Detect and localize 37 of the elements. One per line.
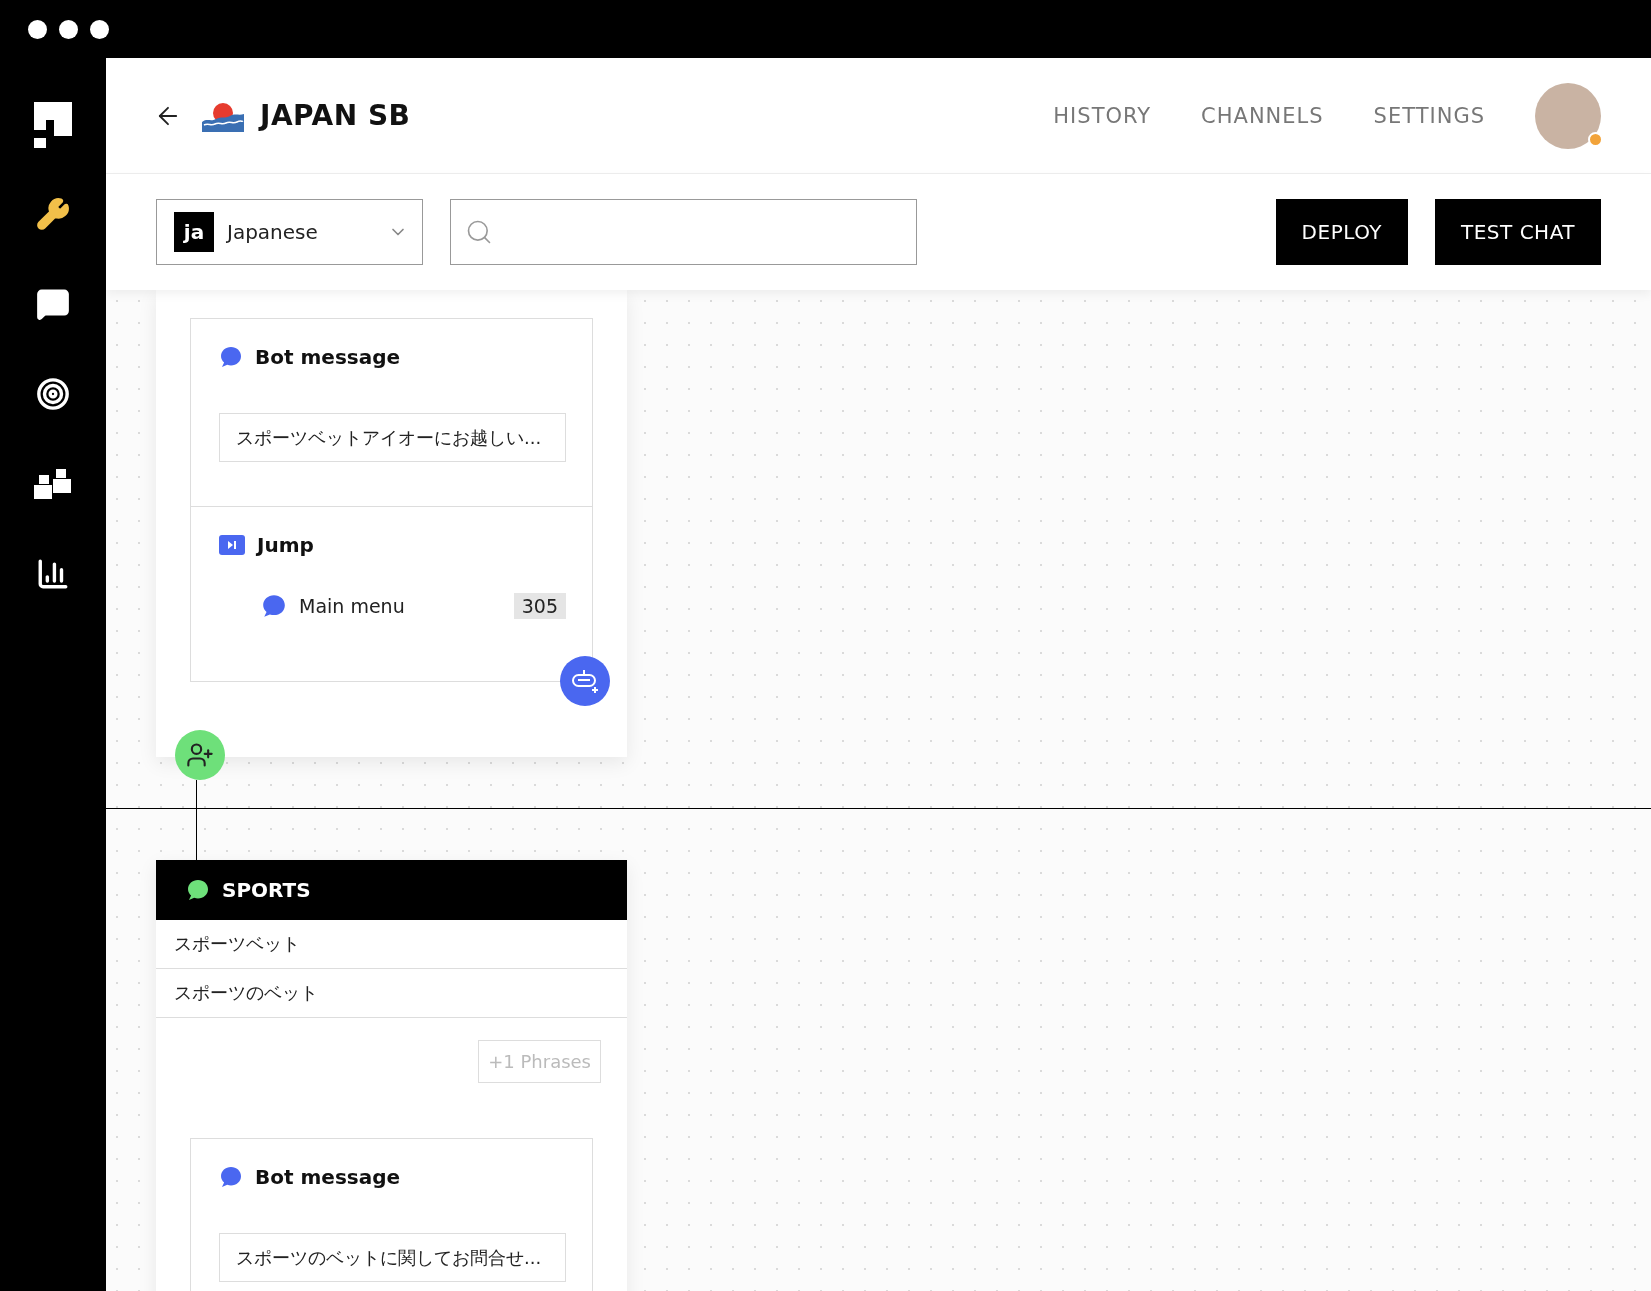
target-icon xyxy=(36,377,70,411)
message-field[interactable]: スポーツベットアイオーにお越しい... xyxy=(219,413,566,462)
add-bot-button[interactable] xyxy=(560,656,610,706)
nav-link[interactable]: HISTORY xyxy=(1053,103,1152,128)
nav-link[interactable]: CHANNELS xyxy=(1201,103,1324,128)
add-user-icon xyxy=(186,741,214,769)
count-badge: 305 xyxy=(513,593,566,619)
message-field[interactable]: スポーツのベットに関してお問合せ... xyxy=(219,1233,566,1282)
intent-title: SPORTS xyxy=(222,878,311,902)
logo-icon xyxy=(34,102,72,148)
search-icon xyxy=(465,218,493,246)
chat-bubble-icon xyxy=(186,878,210,902)
language-select[interactable]: ja Japanese xyxy=(156,199,423,265)
blocks-icon xyxy=(34,467,72,501)
step-title: Bot message xyxy=(255,1165,401,1189)
chat-bubble-icon xyxy=(261,593,287,619)
phrase-row: スポーツのベット xyxy=(156,969,627,1018)
chat-bubble-icon xyxy=(219,345,243,369)
search-field[interactable] xyxy=(450,199,917,265)
step-title: Jump xyxy=(257,533,314,557)
window-control-dot[interactable] xyxy=(90,19,109,39)
jump-target[interactable]: Main menu xyxy=(299,595,405,617)
toolbar-button[interactable]: TEST CHAT xyxy=(1435,199,1601,265)
bar-chart-icon xyxy=(36,557,70,591)
phrase-row: スポーツベット xyxy=(156,920,627,969)
add-user-button[interactable] xyxy=(175,730,225,780)
window-control-dot[interactable] xyxy=(28,19,47,39)
step-title: Bot message xyxy=(255,345,401,369)
jump-icon xyxy=(219,535,245,555)
nav-link[interactable]: SETTINGS xyxy=(1373,103,1485,128)
window-control-dot[interactable] xyxy=(59,19,78,39)
wrench-icon xyxy=(36,197,70,231)
toolbar-button[interactable]: DEPLOY xyxy=(1275,199,1408,265)
chat-icon xyxy=(36,287,70,321)
bot-title: JAPAN SB xyxy=(260,99,411,132)
bot-plus-icon xyxy=(570,668,600,694)
chat-bubble-icon xyxy=(219,1165,243,1189)
